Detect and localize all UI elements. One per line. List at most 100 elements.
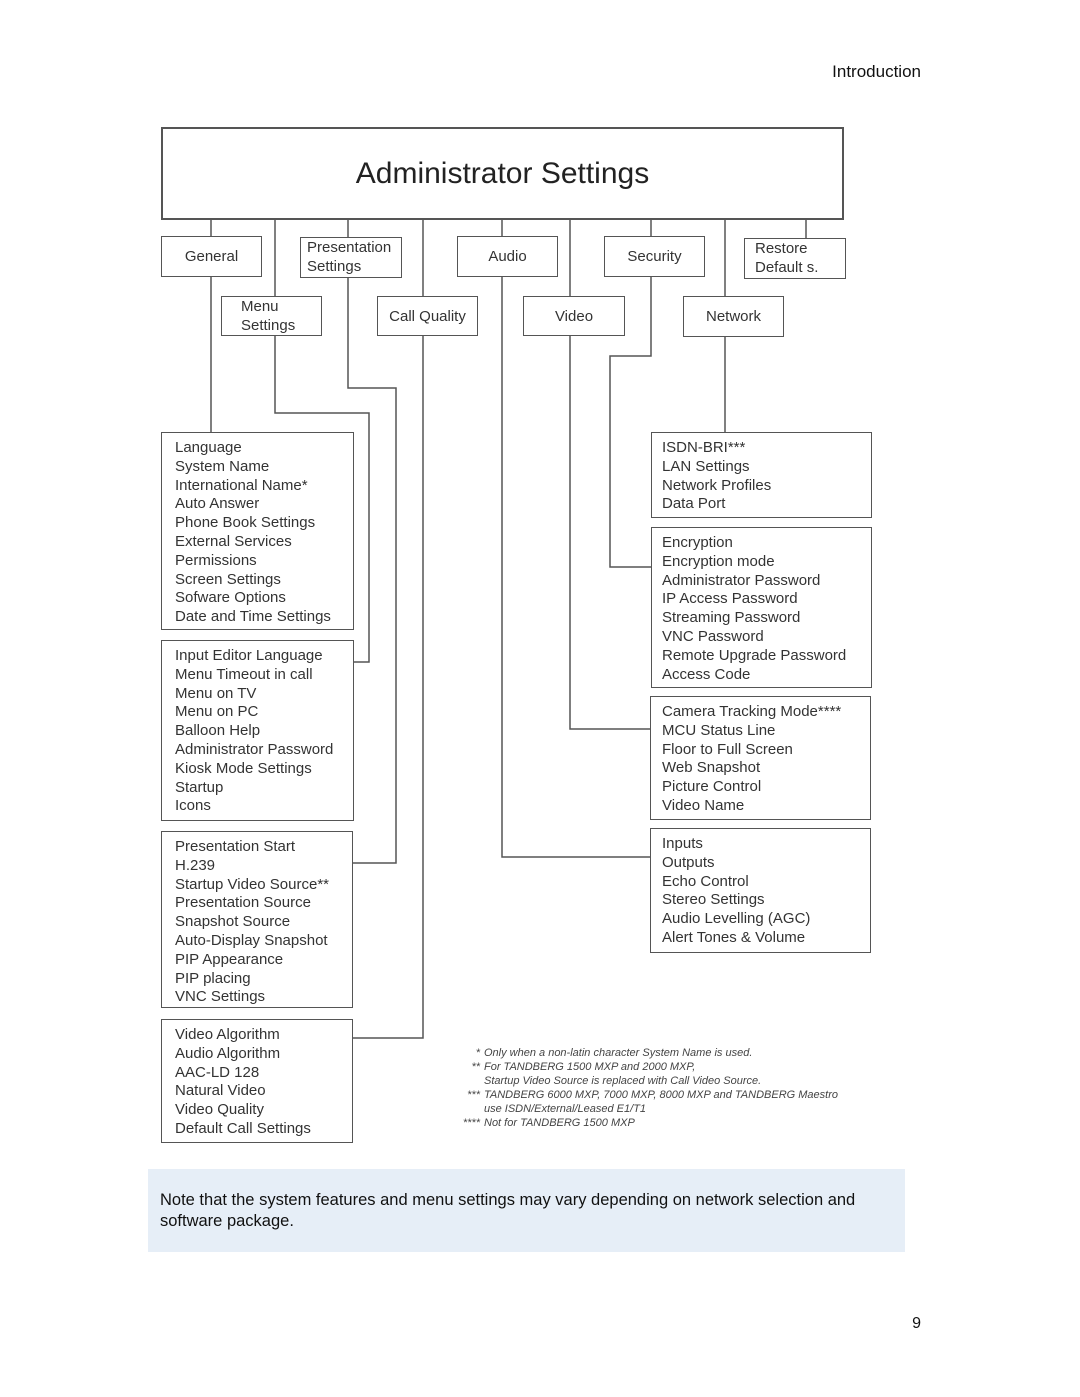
list-item: Echo Control (662, 872, 749, 890)
list-item: Web Snapshot (662, 759, 761, 777)
footnote-mark: * (475, 1047, 480, 1059)
list-item: Floor to Full Screen (662, 740, 793, 758)
list-item: PIP placing (175, 969, 251, 987)
menu-settings-list: Input Editor Language Menu Timeout in ca… (161, 640, 354, 821)
diagram-title: Administrator Settings (161, 127, 844, 220)
list-item: Streaming Password (662, 609, 801, 627)
info-note: Note that the system features and menu s… (148, 1169, 905, 1252)
list-item: AAC-LD 128 (175, 1063, 260, 1081)
list-item: Menu on TV (175, 684, 257, 702)
list-item: Startup Video Source** (175, 875, 329, 893)
list-item: Outputs (662, 853, 715, 871)
list-item: Language (175, 439, 242, 456)
category-label: General (184, 248, 239, 265)
list-item: Presentation Start (175, 838, 296, 855)
list-item: Alert Tones & Volume (662, 928, 806, 946)
list-item: Permissions (175, 551, 257, 569)
list-item: Inputs (662, 835, 703, 852)
list-item: Default Call Settings (175, 1119, 311, 1137)
list-item: Video Quality (175, 1101, 264, 1119)
general-settings-list: Language System Name International Name*… (161, 432, 354, 630)
list-item: International Name* (175, 476, 308, 494)
connector-presentation (347, 278, 397, 864)
list-item: Auto Answer (175, 495, 260, 513)
category-label: Settings (241, 317, 296, 334)
footnote: *** TANDBERG 6000 MXP, 7000 MXP, 8000 MXP… (452, 1088, 838, 1102)
category-label: Restore (755, 240, 808, 257)
security-settings-list: Encryption Encryption mode Administrator… (651, 527, 872, 688)
footnote-text: Not for TANDBERG 1500 MXP (484, 1117, 635, 1129)
category-menu-settings: Menu Settings (221, 296, 322, 336)
network-settings-list: ISDN-BRI*** LAN Settings Network Profile… (651, 432, 872, 518)
footnote: use ISDN/External/Leased E1/T1 (452, 1102, 838, 1116)
list-item: IP Access Password (662, 590, 798, 608)
list-item: External Services (175, 532, 292, 550)
list-item: Administrator Password (662, 571, 821, 589)
category-label: Default s. (755, 259, 819, 276)
category-label: Call Quality (389, 307, 466, 325)
list-item: Auto-Display Snapshot (175, 931, 328, 949)
list-item: Phone Book Settings (175, 514, 316, 532)
list-item: Menu Timeout in call (175, 665, 313, 683)
category-audio: Audio (457, 236, 558, 277)
footnote-mark (452, 1074, 484, 1088)
audio-settings-list: Inputs Outputs Echo Control Stereo Setti… (650, 828, 871, 953)
connector-audio (501, 277, 650, 858)
list-item: MCU Status Line (662, 721, 776, 739)
list-item: Input Editor Language (175, 647, 323, 664)
list-item: Access Code (662, 665, 751, 683)
connector-video (569, 336, 650, 730)
category-network: Network (683, 296, 784, 337)
category-label: Audio (488, 248, 527, 265)
list-item: Natural Video (175, 1082, 266, 1100)
list-item: Administrator Password (175, 740, 334, 758)
category-security: Security (604, 236, 705, 277)
list-item: Startup (175, 778, 224, 796)
list-item: Audio Levelling (AGC) (662, 910, 811, 928)
list-item: ISDN-BRI*** (662, 439, 746, 456)
category-label: Settings (307, 258, 362, 275)
category-label: Menu (241, 298, 279, 315)
list-item: Picture Control (662, 778, 762, 796)
list-item: Audio Algorithm (175, 1044, 281, 1062)
list-item: PIP Appearance (175, 950, 284, 968)
category-label: Presentation (307, 239, 392, 256)
presentation-settings-list: Presentation Start H.239 Startup Video S… (161, 831, 353, 1008)
video-settings-list: Camera Tracking Mode**** MCU Status Line… (650, 696, 871, 820)
page-number: 9 (912, 1315, 921, 1332)
list-item: Video Algorithm (175, 1026, 280, 1043)
list-item: Stereo Settings (662, 891, 765, 909)
list-item: Data Port (662, 495, 726, 513)
category-restore-defaults: Restore Default s. (744, 238, 846, 279)
footnote: **** Not for TANDBERG 1500 MXP (452, 1116, 838, 1130)
list-item: Encryption mode (662, 552, 775, 570)
list-item: Remote Upgrade Password (662, 646, 847, 664)
footnote: Startup Video Source is replaced with Ca… (452, 1074, 838, 1088)
footnote-mark: ** (471, 1061, 480, 1073)
category-call-quality: Call Quality (377, 296, 478, 336)
category-label: Network (705, 308, 761, 325)
call-quality-list: Video Algorithm Audio Algorithm AAC-LD 1… (161, 1019, 353, 1143)
footnote-mark (452, 1102, 484, 1116)
list-item: Presentation Source (175, 894, 311, 912)
footnote: ** For TANDBERG 1500 MXP and 2000 MXP, (452, 1060, 838, 1074)
list-item: Menu on PC (175, 703, 259, 721)
list-item: Screen Settings (175, 570, 281, 588)
list-item: Encryption (662, 534, 733, 551)
list-item: VNC Settings (175, 988, 266, 1006)
footnote-mark: **** (462, 1117, 480, 1129)
list-item: Icons (175, 797, 211, 815)
footnotes: * Only when a non-latin character System … (452, 1046, 838, 1130)
category-video: Video (523, 296, 625, 336)
category-presentation-settings: Presentation Settings (300, 237, 402, 278)
section-header: Introduction (832, 62, 921, 81)
connector-call-quality (352, 336, 424, 1039)
footnote-text: use ISDN/External/Leased E1/T1 (484, 1103, 647, 1115)
list-item: H.239 (175, 856, 216, 874)
footnote-text: Startup Video Source is replaced with Ca… (484, 1075, 762, 1087)
note-text: Note that the system features and menu s… (160, 1191, 856, 1230)
list-item: VNC Password (662, 627, 764, 645)
footnote-mark: *** (467, 1089, 480, 1101)
list-item: Date and Time Settings (175, 608, 331, 626)
list-item: Snapshot Source (175, 913, 291, 931)
